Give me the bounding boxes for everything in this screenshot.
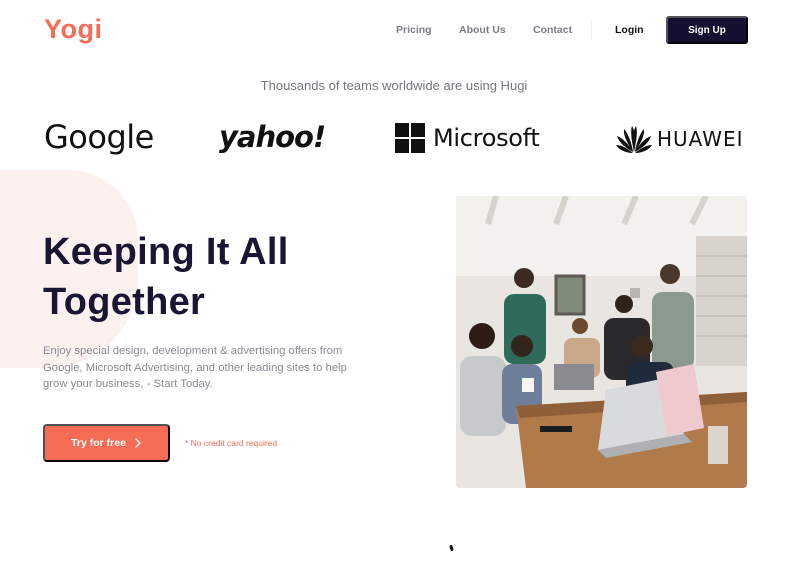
cta-label: Try for free xyxy=(71,437,126,449)
signup-button[interactable]: Sign Up xyxy=(666,16,748,44)
partners-tagline: Thousands of teams worldwide are using H… xyxy=(260,78,528,93)
yahoo-logo-text: yahoo! xyxy=(219,120,326,154)
chevron-right-icon xyxy=(135,438,141,448)
nav-contact[interactable]: Contact xyxy=(533,24,572,36)
huawei-logo-text: HUAWEI xyxy=(657,127,744,151)
google-logo-text: Google xyxy=(44,118,154,156)
google-logo: Google xyxy=(44,118,154,156)
yahoo-logo: yahoo! xyxy=(219,120,326,154)
huawei-petals-icon xyxy=(616,126,652,153)
nav-pricing[interactable]: Pricing xyxy=(396,24,432,36)
hero-title-line-1: Keeping It All xyxy=(43,231,289,273)
hero-title: Keeping It All Together xyxy=(43,227,363,327)
mouse-cursor xyxy=(449,544,454,552)
microsoft-logo: Microsoft xyxy=(395,123,540,153)
nav-divider xyxy=(591,20,592,40)
hero-title-line-2: Together xyxy=(43,281,206,323)
hero-description: Enjoy special design, development & adve… xyxy=(43,345,347,390)
login-link[interactable]: Login xyxy=(615,24,644,36)
microsoft-windows-icon xyxy=(395,123,425,153)
no-credit-card-note: * No credit card required xyxy=(185,438,278,448)
brand-logo[interactable]: Yogi xyxy=(44,14,103,45)
microsoft-logo-text: Microsoft xyxy=(433,124,540,152)
team-meeting-photo xyxy=(456,196,747,488)
nav-about-us[interactable]: About Us xyxy=(459,24,506,36)
huawei-logo: HUAWEI xyxy=(615,124,744,154)
try-for-free-button[interactable]: Try for free xyxy=(43,424,170,462)
